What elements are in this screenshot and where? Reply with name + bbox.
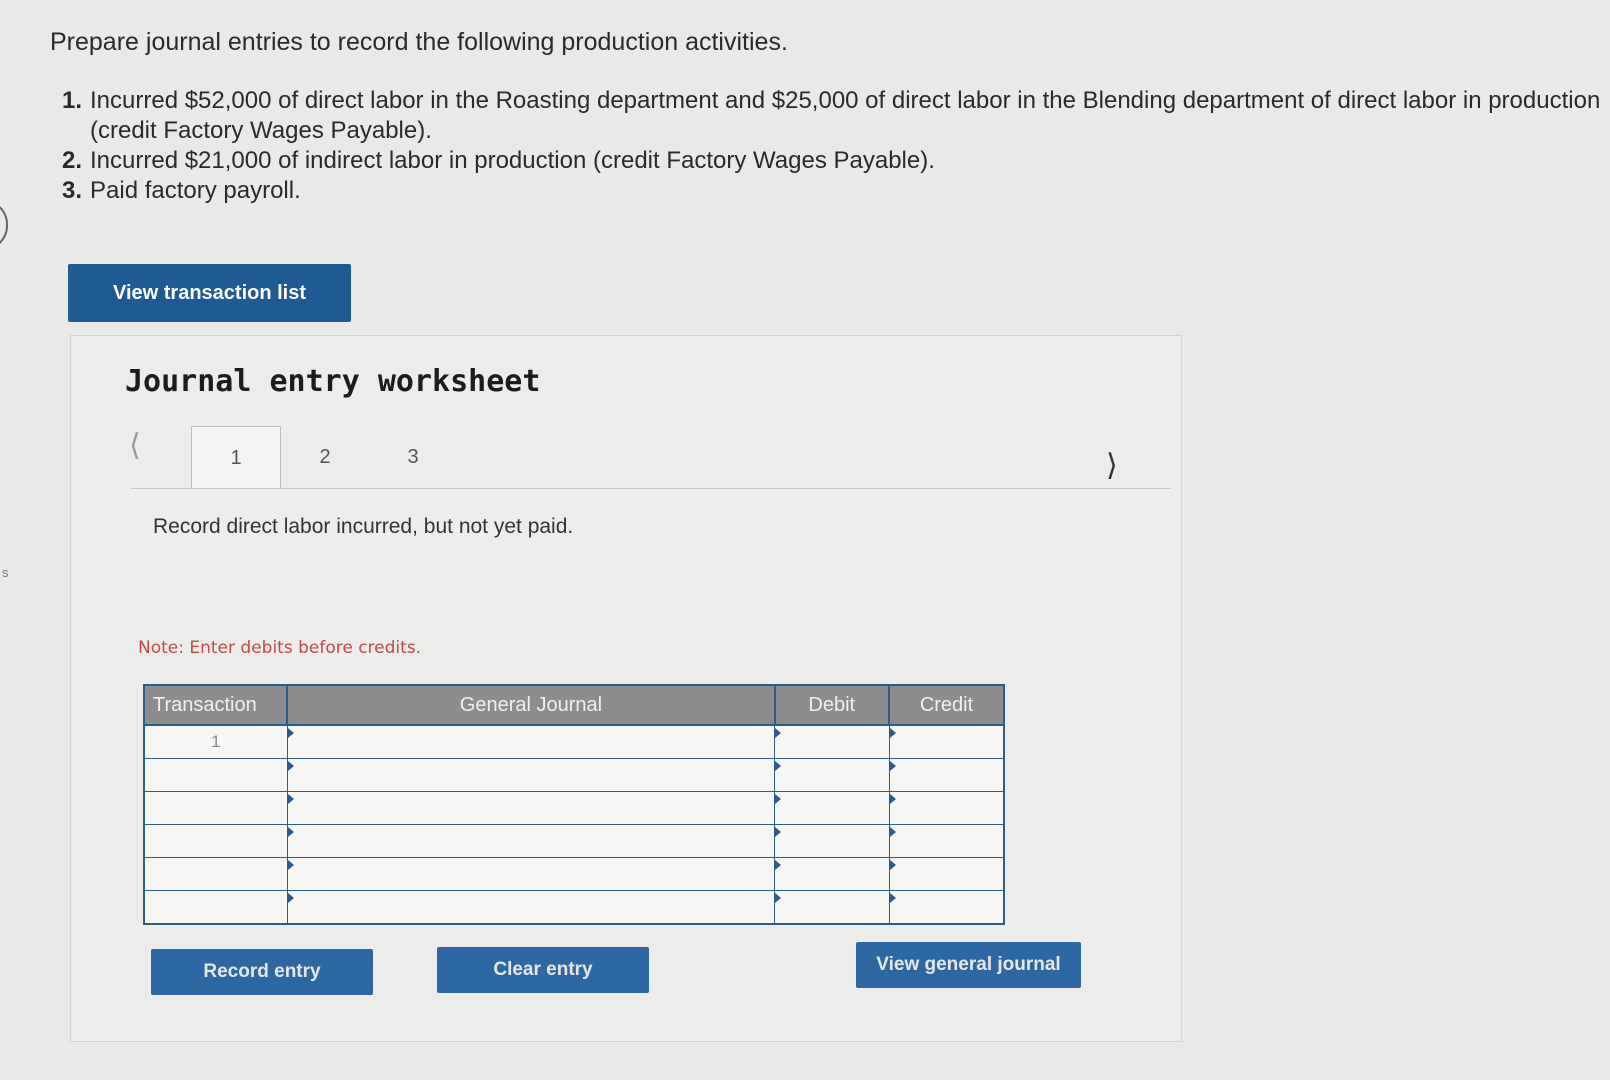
record-entry-button[interactable]: Record entry: [151, 949, 373, 995]
tab-panel: Record direct labor incurred, but not ye…: [131, 488, 1171, 634]
task-item: 3. Paid factory payroll.: [62, 176, 1602, 206]
debit-input[interactable]: [774, 890, 890, 925]
account-select[interactable]: [286, 791, 776, 825]
credit-input[interactable]: [888, 890, 1005, 925]
header-general-journal: General Journal: [286, 684, 776, 726]
account-select[interactable]: [286, 758, 776, 792]
task-item: 1. Incurred $52,000 of direct labor in th…: [62, 86, 1602, 146]
chevron-right-icon[interactable]: ⟩: [1106, 451, 1118, 481]
clear-entry-button[interactable]: Clear entry: [437, 947, 649, 993]
entry-note: Note: Enter debits before credits.: [138, 638, 422, 658]
debit-input[interactable]: [774, 758, 890, 792]
tab-3[interactable]: 3: [369, 426, 457, 488]
task-number: 1.: [62, 87, 83, 114]
table-row: [143, 857, 1005, 891]
journal-table: Transaction General Journal Debit Credit…: [142, 684, 1005, 925]
header-debit: Debit: [773, 684, 891, 726]
task-number: 3.: [62, 177, 83, 204]
table-row: [143, 890, 1005, 925]
account-select[interactable]: [286, 824, 776, 858]
tab-2[interactable]: 2: [281, 426, 369, 488]
header-credit: Credit: [888, 684, 1005, 726]
debit-input[interactable]: [774, 791, 890, 825]
account-select[interactable]: [286, 724, 776, 759]
task-list: 1. Incurred $52,000 of direct labor in th…: [62, 86, 1602, 206]
table-row: [143, 758, 1005, 792]
side-mark: s: [2, 565, 9, 580]
task-number: 2.: [62, 147, 83, 174]
account-select[interactable]: [286, 857, 776, 891]
transaction-cell: 1: [143, 724, 288, 759]
credit-input[interactable]: [888, 724, 1005, 759]
question-prompt: Prepare journal entries to record the fo…: [50, 28, 788, 56]
transaction-cell: [143, 890, 288, 925]
credit-input[interactable]: [888, 791, 1005, 825]
credit-input[interactable]: [888, 824, 1005, 858]
credit-input[interactable]: [888, 857, 1005, 891]
worksheet-title: Journal entry worksheet: [125, 364, 541, 399]
table-header-row: Transaction General Journal Debit Credit: [142, 684, 1005, 726]
debit-input[interactable]: [774, 724, 890, 759]
header-transaction: Transaction: [142, 684, 289, 726]
table-row: [143, 824, 1005, 858]
task-text: Paid factory payroll.: [90, 177, 301, 204]
side-decoration: [0, 200, 8, 250]
debit-input[interactable]: [774, 857, 890, 891]
view-general-journal-button[interactable]: View general journal: [856, 942, 1081, 988]
table-row: 1: [143, 724, 1005, 759]
chevron-left-icon[interactable]: ⟨: [129, 431, 141, 461]
task-text: Incurred $21,000 of indirect labor in pr…: [90, 147, 935, 174]
transaction-cell: [143, 824, 288, 858]
account-select[interactable]: [286, 890, 776, 925]
table-row: [143, 791, 1005, 825]
task-item: 2. Incurred $21,000 of indirect labor in …: [62, 146, 1602, 176]
entry-instruction: Record direct labor incurred, but not ye…: [153, 515, 574, 538]
transaction-cell: [143, 758, 288, 792]
tab-1[interactable]: 1: [191, 426, 281, 489]
credit-input[interactable]: [888, 758, 1005, 792]
transaction-cell: [143, 791, 288, 825]
transaction-tabs: 1 2 3: [191, 426, 457, 489]
debit-input[interactable]: [774, 824, 890, 858]
task-text: Incurred $52,000 of direct labor in the …: [90, 87, 1601, 144]
transaction-cell: [143, 857, 288, 891]
view-transaction-list-button[interactable]: View transaction list: [68, 264, 351, 322]
journal-entry-worksheet: Journal entry worksheet ⟨ 1 2 3 ⟩ Record…: [70, 335, 1182, 1042]
